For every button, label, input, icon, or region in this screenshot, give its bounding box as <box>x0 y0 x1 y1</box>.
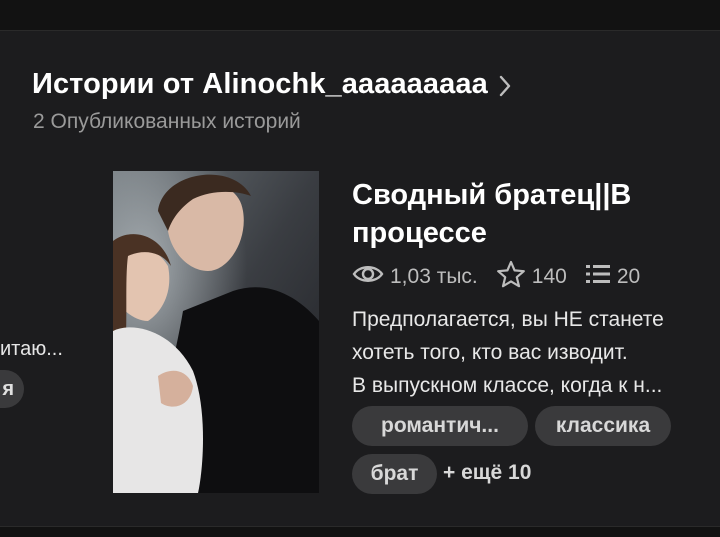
story-description: Предполагается, вы НЕ станете хотеть тог… <box>352 308 664 397</box>
tag-brother[interactable]: брат <box>352 454 437 494</box>
reads-count: 1,03 тыс. <box>390 265 478 288</box>
story-title[interactable]: Сводный братец||В процессе <box>352 176 712 252</box>
top-bar <box>0 0 720 31</box>
tag-classic[interactable]: классика <box>535 406 671 446</box>
eye-icon <box>352 263 390 291</box>
previous-story-tag-label: я <box>2 378 14 400</box>
previous-story-card[interactable]: итаю... я <box>0 330 90 410</box>
previous-story-description: итаю... <box>0 338 63 360</box>
story-stats: 1,03 тыс. 140 20 <box>352 260 640 294</box>
chevron-right-icon[interactable] <box>498 74 512 98</box>
list-icon <box>585 263 617 291</box>
votes-stat: 140 <box>496 260 567 294</box>
star-icon <box>496 260 532 294</box>
reads-stat: 1,03 тыс. <box>352 263 478 291</box>
parts-count: 20 <box>616 265 641 288</box>
previous-story-tag[interactable]: я <box>0 370 24 408</box>
tag-romance[interactable]: романтич... <box>352 406 528 446</box>
story-cover-image[interactable] <box>113 171 319 493</box>
published-count: 2 Опубликованных историй <box>33 110 301 133</box>
more-tags-button[interactable]: + ещё 10 <box>443 461 531 485</box>
parts-stat: 20 <box>585 263 640 291</box>
section-header[interactable]: Истории от Alinochk_aaaaaaaaa <box>32 68 512 101</box>
bottom-divider <box>0 526 720 537</box>
section-title[interactable]: Истории от Alinochk_aaaaaaaaa <box>32 68 488 101</box>
votes-count: 140 <box>531 265 567 288</box>
